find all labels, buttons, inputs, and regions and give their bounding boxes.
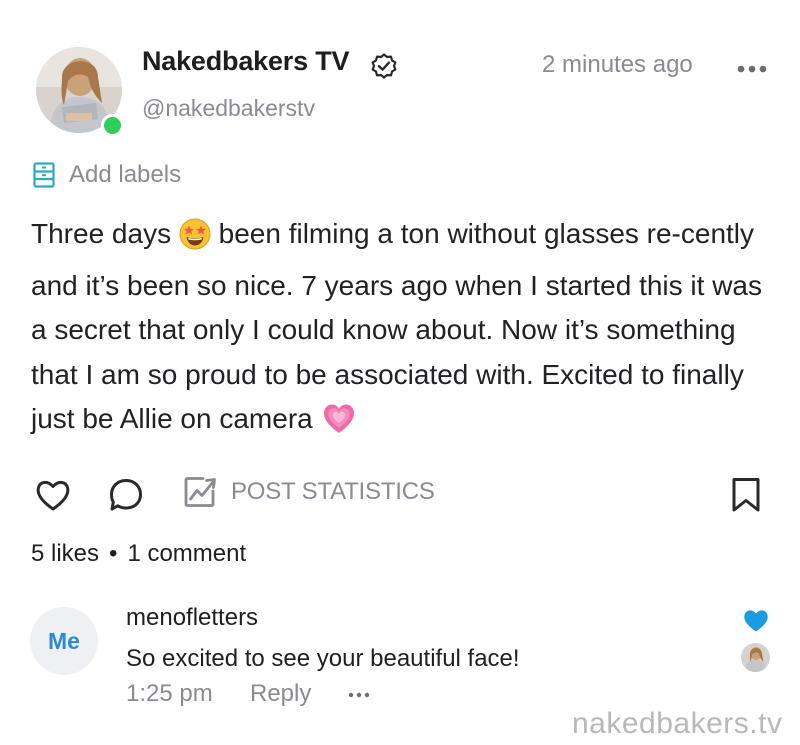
comment-icon[interactable]	[107, 476, 145, 514]
add-labels-button[interactable]: Add labels	[33, 158, 181, 192]
post-text-part-2: been filming a ton without glasses re-ce…	[31, 218, 763, 434]
watermark: nakedbakers.tv	[572, 707, 783, 740]
label-icon	[33, 162, 55, 188]
post-text-part-1: Three days	[31, 218, 179, 249]
verified-icon	[371, 53, 397, 79]
commenter-avatar[interactable]: Me	[30, 607, 98, 675]
author-liked-avatar	[741, 643, 770, 672]
comment-liked-heart-icon[interactable]	[742, 607, 770, 633]
counts-separator: •	[109, 540, 118, 567]
bookmark-icon[interactable]	[729, 476, 763, 514]
comment-text: So excited to see your beautiful face!	[126, 645, 520, 672]
author-name[interactable]: Nakedbakers TV	[142, 46, 350, 77]
post-statistics-label: POST STATISTICS	[231, 478, 435, 505]
reply-button[interactable]: Reply	[250, 680, 311, 708]
comments-count[interactable]: 1 comment	[127, 540, 246, 567]
post-statistics-button[interactable]: POST STATISTICS	[183, 475, 435, 509]
post-timestamp: 2 minutes ago	[542, 51, 693, 78]
more-options-icon[interactable]	[736, 64, 768, 74]
commenter-username[interactable]: menofletters	[126, 604, 258, 632]
like-icon[interactable]	[34, 476, 72, 514]
author-handle: @nakedbakerstv	[142, 95, 315, 121]
comment-time: 1:25 pm	[126, 680, 213, 707]
star-struck-emoji	[179, 218, 211, 264]
engagement-counts: 5 likes • 1 comment	[31, 540, 246, 568]
comment-more-icon[interactable]	[348, 692, 370, 698]
likes-count[interactable]: 5 likes	[31, 540, 99, 567]
growing-heart-emoji	[321, 401, 357, 449]
stats-icon	[184, 477, 216, 507]
online-status-dot	[101, 114, 124, 137]
add-labels-label: Add labels	[69, 161, 182, 188]
post-body: Three days been filming a ton without gl…	[31, 212, 776, 449]
